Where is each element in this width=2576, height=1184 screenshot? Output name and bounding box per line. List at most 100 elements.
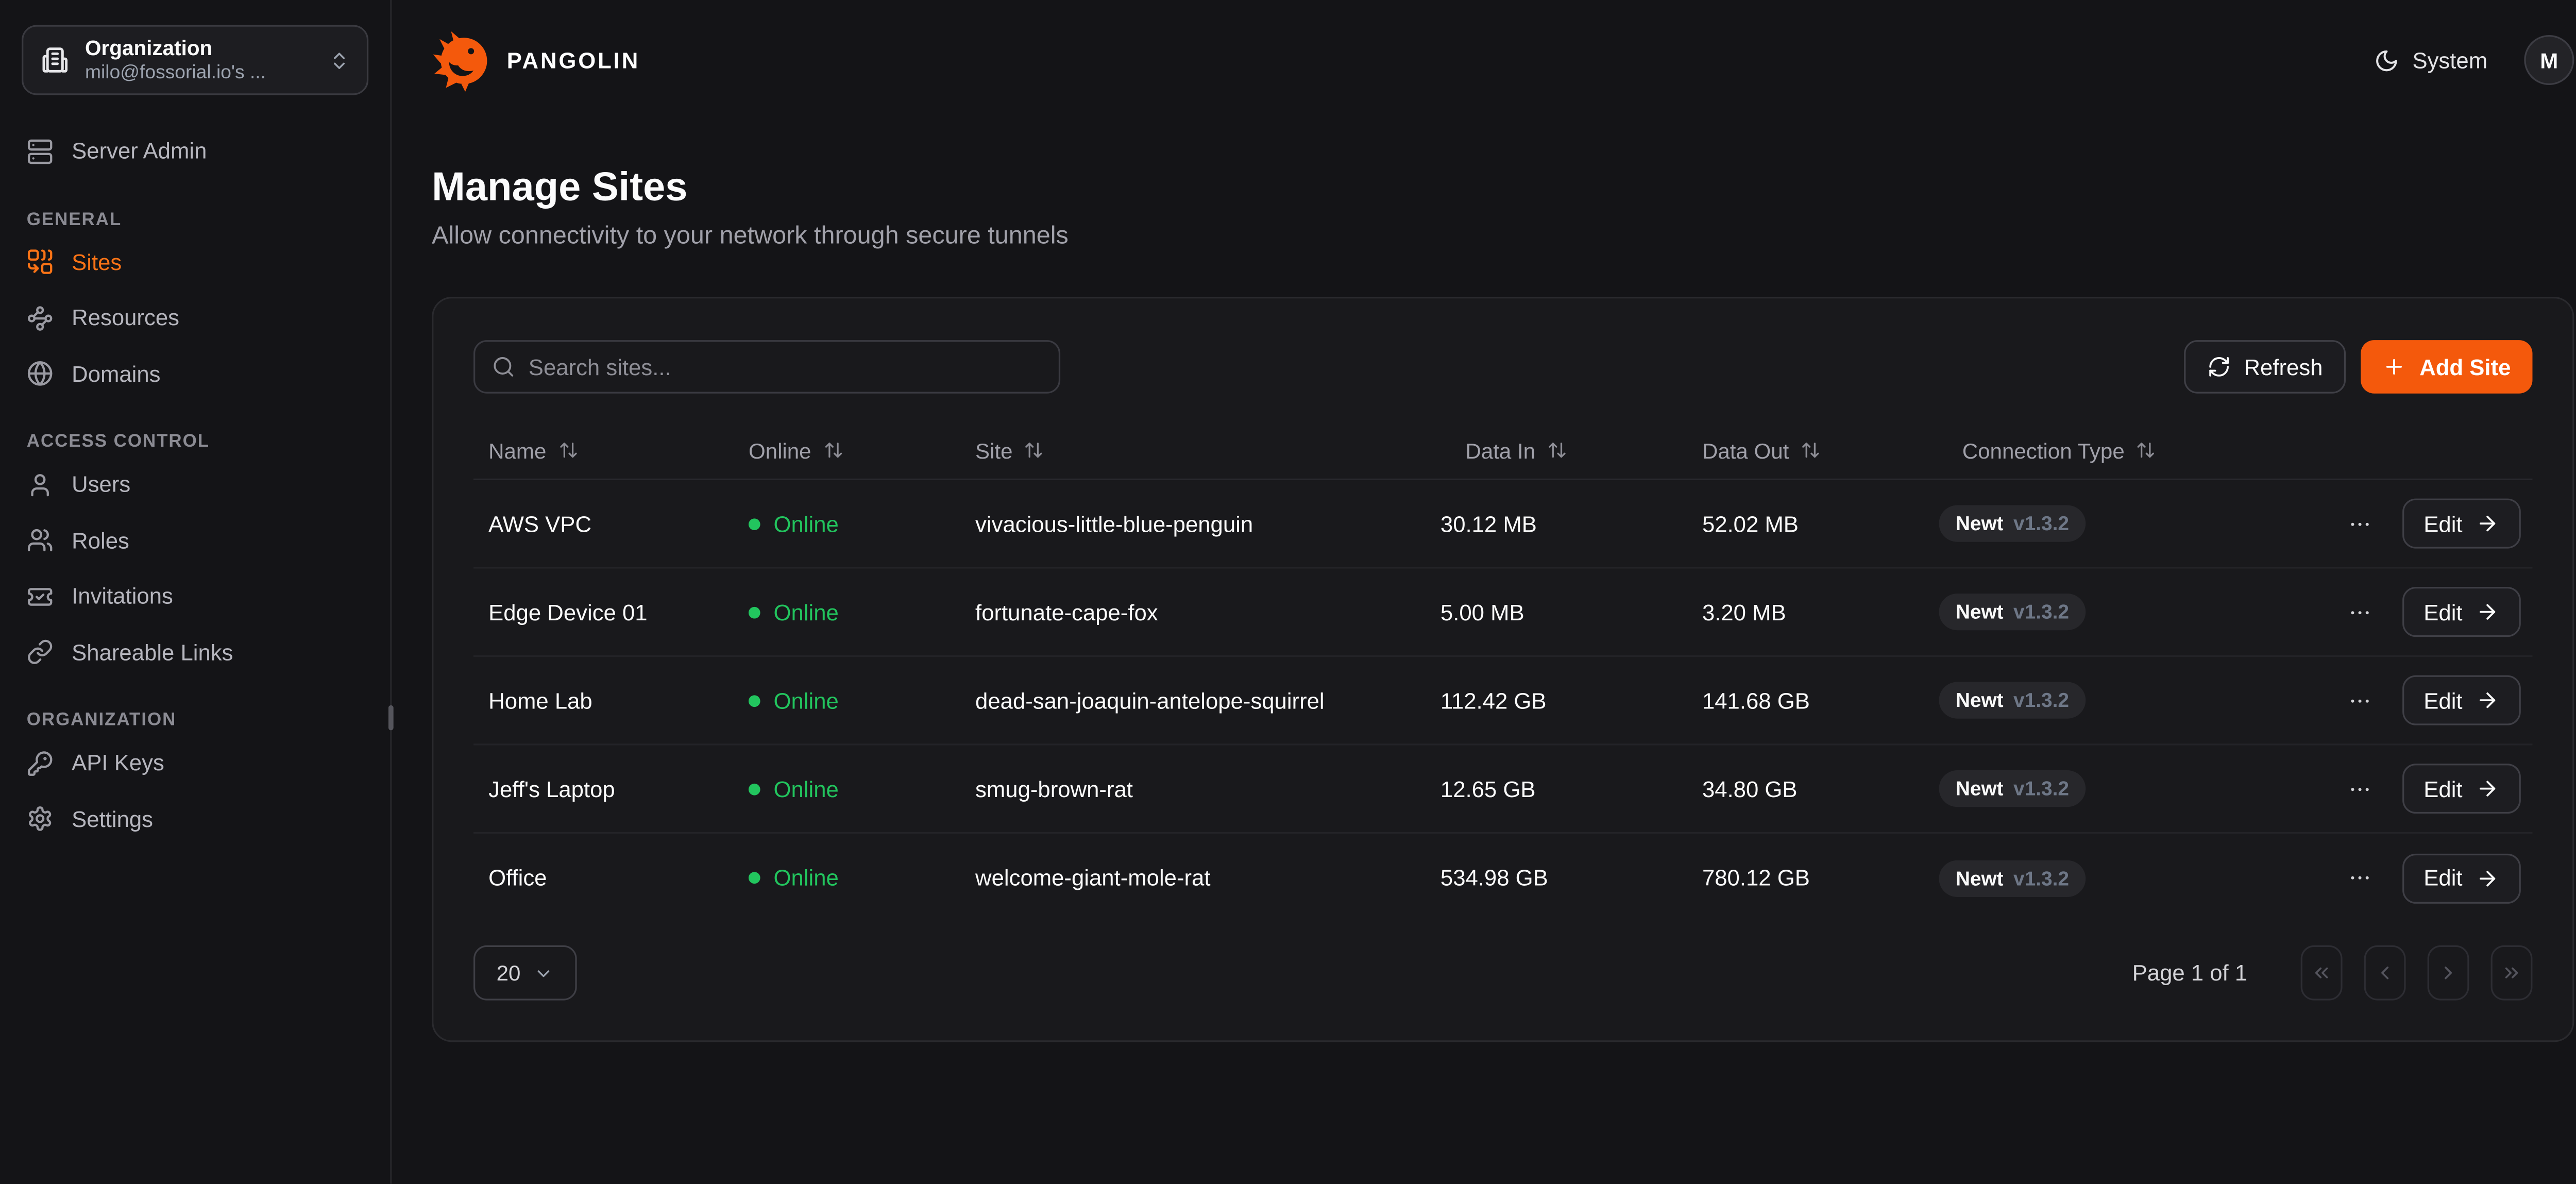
column-header-name[interactable]: Name <box>473 437 734 463</box>
site-tunnel-cell: smug-brown-rat <box>960 776 1426 801</box>
table-header-row: Name Online Site Data In <box>473 422 2532 480</box>
table-row: Edge Device 01 Online fortunate-cape-fox… <box>473 568 2532 657</box>
data-in-cell: 112.42 GB <box>1426 688 1687 713</box>
column-label: Data Out <box>1702 437 1789 463</box>
sidebar-section-access-control: ACCESS CONTROL <box>27 430 364 453</box>
edit-button[interactable]: Edit <box>2402 675 2521 725</box>
ellipsis-icon <box>2347 599 2372 624</box>
connection-type-cell: Newt v1.3.2 <box>1924 859 2219 896</box>
sidebar-item-roles[interactable]: Roles <box>0 513 390 568</box>
column-label: Site <box>975 437 1013 463</box>
last-page-button[interactable] <box>2491 945 2533 1001</box>
data-out-cell: 141.68 GB <box>1687 688 1924 713</box>
site-name-cell: Edge Device 01 <box>473 599 734 624</box>
refresh-button[interactable]: Refresh <box>2184 340 2346 394</box>
prev-page-button[interactable] <box>2364 945 2406 1001</box>
data-in-cell: 12.65 GB <box>1426 776 1687 801</box>
building-icon <box>40 45 70 75</box>
connection-type-badge: Newt v1.3.2 <box>1939 859 2086 896</box>
column-header-data-out[interactable]: Data Out <box>1687 437 1924 463</box>
online-label: Online <box>774 865 839 890</box>
sidebar-item-resources[interactable]: Resources <box>0 290 390 346</box>
row-actions: Edit <box>2219 764 2532 814</box>
link-icon <box>27 639 54 666</box>
online-dot-icon <box>749 695 760 706</box>
sidebar: Organization milo@fossorial.io's ... Ser… <box>0 0 392 1184</box>
connection-type-label: Newt <box>1956 600 2004 623</box>
chevron-down-icon <box>534 963 554 983</box>
sidebar-item-domains[interactable]: Domains <box>0 346 390 401</box>
first-page-button[interactable] <box>2301 945 2343 1001</box>
site-name-cell: Jeff's Laptop <box>473 776 734 801</box>
edit-button[interactable]: Edit <box>2402 853 2521 903</box>
theme-toggle[interactable]: System <box>2374 47 2487 73</box>
connection-version: v1.3.2 <box>2013 777 2069 800</box>
data-in-cell: 5.00 MB <box>1426 599 1687 624</box>
column-header-data-in[interactable]: Data In <box>1426 437 1687 463</box>
sidebar-item-users[interactable]: Users <box>0 457 390 513</box>
row-actions: Edit <box>2219 853 2532 903</box>
sidebar-nav: Server Admin GENERAL Sites Resources Dom <box>0 123 390 847</box>
pagination-bar: 20 Page 1 of 1 <box>473 945 2532 1001</box>
online-label: Online <box>774 688 839 713</box>
search-icon <box>492 355 515 378</box>
online-dot-icon <box>749 606 760 618</box>
site-name-cell: AWS VPC <box>473 511 734 536</box>
sidebar-section-organization: ORGANIZATION <box>27 708 364 732</box>
edit-label: Edit <box>2424 599 2462 624</box>
data-out-cell: 52.02 MB <box>1687 511 1924 536</box>
row-menu-button[interactable] <box>2344 773 2375 804</box>
data-in-cell: 30.12 MB <box>1426 511 1687 536</box>
site-name-cell: Office <box>473 865 734 890</box>
connection-type-label: Newt <box>1956 777 2004 800</box>
row-menu-button[interactable] <box>2344 508 2375 539</box>
edit-label: Edit <box>2424 776 2462 801</box>
column-header-site[interactable]: Site <box>960 437 1426 463</box>
sidebar-item-server-admin[interactable]: Server Admin <box>0 123 390 179</box>
data-in-cell: 534.98 GB <box>1426 865 1687 890</box>
row-menu-button[interactable] <box>2344 684 2375 716</box>
avatar[interactable]: M <box>2524 35 2574 85</box>
arrow-right-icon <box>2476 512 2499 535</box>
column-label: Connection Type <box>1962 437 2125 463</box>
connection-type-cell: Newt v1.3.2 <box>1924 594 2219 630</box>
next-page-button[interactable] <box>2428 945 2469 1001</box>
arrow-right-icon <box>2476 600 2499 623</box>
page-content: Manage Sites Allow connectivity to your … <box>392 120 2576 1042</box>
edit-label: Edit <box>2424 511 2462 536</box>
brand-logo[interactable]: PANGOLIN <box>432 29 640 91</box>
connection-version: v1.3.2 <box>2013 688 2069 712</box>
page-size-select[interactable]: 20 <box>473 945 577 1001</box>
sidebar-item-invitations[interactable]: Invitations <box>0 568 390 624</box>
table-row: Jeff's Laptop Online smug-brown-rat 12.6… <box>473 745 2532 834</box>
column-header-online[interactable]: Online <box>734 437 960 463</box>
edit-button[interactable]: Edit <box>2402 764 2521 814</box>
row-menu-button[interactable] <box>2344 862 2375 893</box>
data-out-cell: 780.12 GB <box>1687 865 1924 890</box>
sidebar-item-settings[interactable]: Settings <box>0 791 390 847</box>
edit-button[interactable]: Edit <box>2402 499 2521 549</box>
add-site-label: Add Site <box>2419 354 2511 380</box>
sidebar-item-sites[interactable]: Sites <box>0 234 390 290</box>
sites-card: Refresh Add Site Name <box>432 297 2574 1042</box>
column-header-connection-type[interactable]: Connection Type <box>1924 437 2219 463</box>
connection-type-cell: Newt v1.3.2 <box>1924 505 2219 542</box>
table-row: Office Online welcome-giant-mole-rat 534… <box>473 834 2532 922</box>
connection-type-badge: Newt v1.3.2 <box>1939 682 2086 719</box>
site-tunnel-cell: dead-san-joaquin-antelope-squirrel <box>960 688 1426 713</box>
add-site-button[interactable]: Add Site <box>2361 340 2533 394</box>
edit-button[interactable]: Edit <box>2402 587 2521 637</box>
sidebar-item-label: Roles <box>72 528 129 553</box>
connection-version: v1.3.2 <box>2013 512 2069 535</box>
theme-label: System <box>2412 47 2487 73</box>
sidebar-item-shareable-links[interactable]: Shareable Links <box>0 624 390 680</box>
sidebar-item-label: Server Admin <box>72 139 207 164</box>
row-menu-button[interactable] <box>2344 596 2375 628</box>
column-label: Online <box>749 437 811 463</box>
org-selector[interactable]: Organization milo@fossorial.io's ... <box>22 25 368 95</box>
sidebar-item-api-keys[interactable]: API Keys <box>0 735 390 791</box>
sidebar-item-label: Domains <box>72 361 160 386</box>
table-row: Home Lab Online dead-san-joaquin-antelop… <box>473 657 2532 746</box>
search-input[interactable] <box>529 354 1042 380</box>
table-row: AWS VPC Online vivacious-little-blue-pen… <box>473 480 2532 569</box>
